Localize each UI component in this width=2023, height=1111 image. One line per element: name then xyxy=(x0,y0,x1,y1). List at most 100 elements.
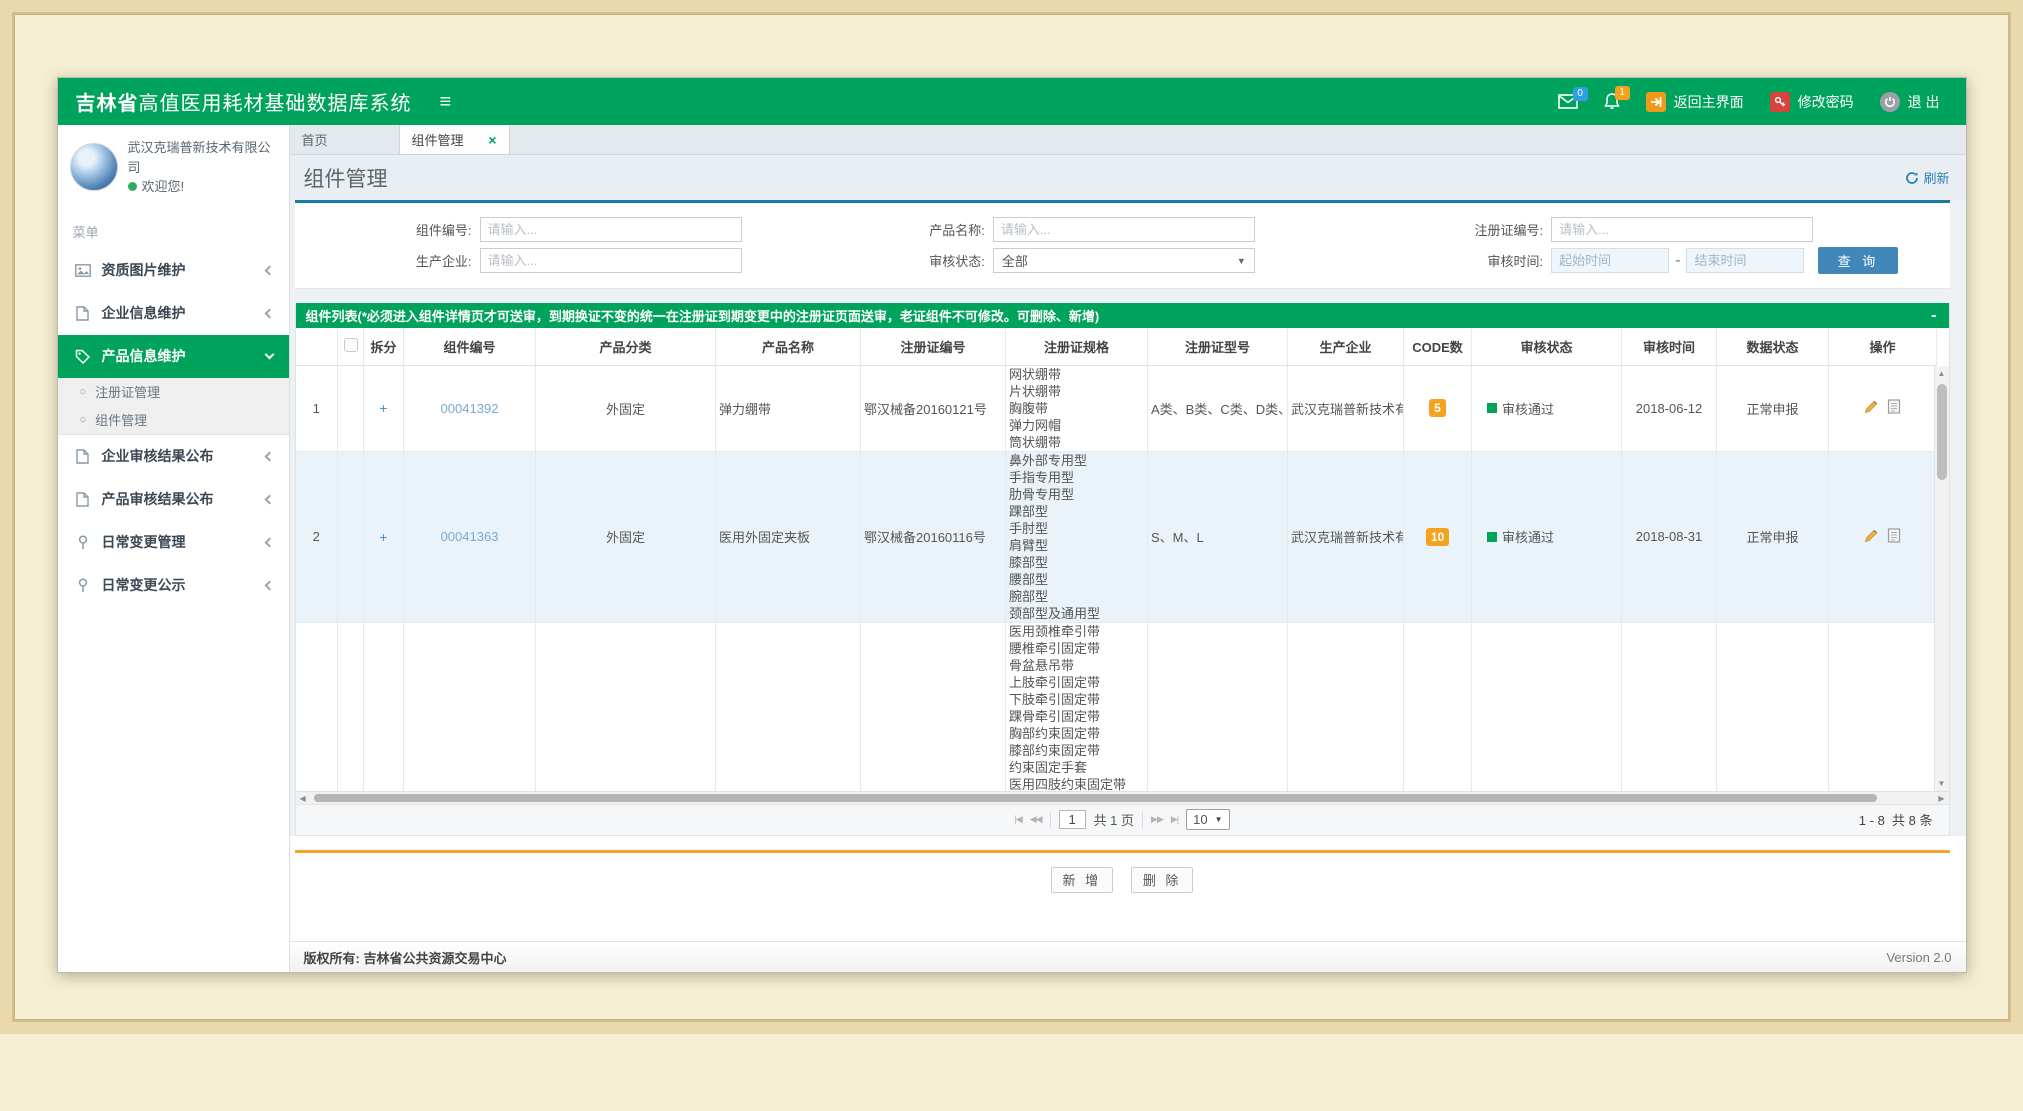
audit-status-cell: 审核通过 xyxy=(1472,366,1622,452)
sidebar-item-1[interactable]: 企业信息维护 xyxy=(58,292,289,335)
spec-line: 筒状绷带 xyxy=(1009,434,1144,451)
component-code-cell: 00041363 xyxy=(404,451,536,622)
menu-label: 菜单 xyxy=(58,212,289,249)
component-list-panel: 组件列表(*必须进入组件详情页才可送审，到期换证不变的统一在注册证到期变更中的注… xyxy=(295,303,1950,836)
spec-line: 膝部型 xyxy=(1009,554,1144,571)
bottom-section: 新 增 删 除 版权所有: 吉林省公共资源交易中心 Version 2.0 xyxy=(290,836,1966,973)
spec-line: 踝骨牵引固定带 xyxy=(1009,708,1144,725)
product-name-cell: 医用外固定夹板 xyxy=(716,451,861,622)
vertical-scrollbar[interactable]: ▲ ▼ xyxy=(1934,366,1949,791)
chevron-left-icon xyxy=(264,451,274,461)
page-number-input[interactable] xyxy=(1059,810,1086,829)
data-status-cell: 正常申报 xyxy=(1717,366,1829,452)
next-page-icon[interactable]: ▶▶ xyxy=(1151,814,1163,825)
scroll-up-icon[interactable]: ▲ xyxy=(1935,369,1949,378)
file-icon xyxy=(74,449,92,464)
cert-no-cell: 鄂汉械备20160121号 xyxy=(861,366,1006,452)
sidebar-item-label: 日常变更公示 xyxy=(102,575,186,595)
audit-date-cell: 2018-06-12 xyxy=(1622,366,1717,452)
spec-cell: 鼻外部专用型手指专用型肋骨专用型踝部型手肘型肩臂型膝部型腰部型腕部型颈部型及通用… xyxy=(1006,451,1148,622)
component-code-link[interactable]: 00041363 xyxy=(441,529,499,544)
chevron-left-icon xyxy=(264,265,274,275)
spec-line: 腰椎牵引固定带 xyxy=(1009,640,1144,657)
audit-status-text: 审核通过 xyxy=(1502,527,1554,546)
horizontal-scroll-thumb[interactable] xyxy=(314,794,1877,802)
data-status-cell xyxy=(1717,622,1829,791)
document-icon[interactable] xyxy=(1887,399,1901,414)
scroll-down-icon[interactable]: ▼ xyxy=(1935,779,1949,788)
sidebar-item-label: 产品信息维护 xyxy=(102,346,186,366)
row-index-cell: 2 xyxy=(296,451,338,622)
edit-pencil-icon[interactable] xyxy=(1864,528,1879,543)
submenu-item[interactable]: ○注册证管理 xyxy=(58,378,289,406)
prev-page-icon[interactable]: ◀◀ xyxy=(1030,814,1042,825)
cert-no-cell: 鄂汉械备20160116号 xyxy=(861,451,1006,622)
sidebar-item-label: 产品审核结果公布 xyxy=(102,489,214,509)
models-cell: S、M、L xyxy=(1148,451,1288,622)
row-checkbox-cell xyxy=(338,451,364,622)
table-row: 2+00041363外固定医用外固定夹板鄂汉械备20160116号鼻外部专用型手… xyxy=(296,451,1934,622)
pager-separator xyxy=(1142,812,1143,828)
component-code-link[interactable]: 00041392 xyxy=(441,401,499,416)
company-name: 武汉克瑞普新技术有限公司 xyxy=(128,138,279,177)
spec-line: 上肢牵引固定带 xyxy=(1009,674,1144,691)
last-page-icon[interactable]: ▶| xyxy=(1171,814,1178,825)
data-status-cell: 正常申报 xyxy=(1717,451,1829,622)
submenu-item[interactable]: ○ 组件管理 xyxy=(58,406,289,434)
table-body-viewport: 1+00041392外固定弹力绷带鄂汉械备20160121号网状绷带片状绷带胸腹… xyxy=(296,366,1934,791)
producer-cell: 武汉克瑞普新技术有 xyxy=(1288,366,1404,452)
component-code-cell xyxy=(404,622,536,791)
horizontal-scrollbar[interactable]: ◀ ▶ xyxy=(296,791,1949,804)
scroll-left-icon[interactable]: ◀ xyxy=(300,792,306,804)
pin-icon xyxy=(74,535,92,550)
document-icon[interactable] xyxy=(1887,528,1901,543)
product-name-cell xyxy=(716,622,861,791)
sidebar-item-5[interactable]: 日常变更管理 xyxy=(58,521,289,564)
spec-line: 医用颈椎牵引带 xyxy=(1009,623,1144,640)
app-title-bold: 吉林省 xyxy=(76,93,139,115)
operations-cell xyxy=(1829,366,1934,452)
main-content: 首页组件管理× 组件管理 刷新 组件编号: 产品名称: xyxy=(290,125,1966,972)
spec-line: 弹力网帽 xyxy=(1009,417,1144,434)
user-profile: 武汉克瑞普新技术有限公司 欢迎您! xyxy=(58,125,289,212)
chevron-left-icon xyxy=(264,580,274,590)
sidebar-item-3[interactable]: 企业审核结果公布 xyxy=(58,435,289,478)
split-cell: + xyxy=(364,366,404,452)
category-cell xyxy=(536,622,716,791)
audit-date-cell xyxy=(1622,622,1717,791)
first-page-icon[interactable]: |◀ xyxy=(1014,814,1021,825)
pager-separator xyxy=(1050,812,1051,828)
spec-line: 手指专用型 xyxy=(1009,469,1144,486)
app-window: 吉林省高值医用耗材基础数据库系统 ≡ 0 1 返回主界面 修改密码 xyxy=(57,77,1967,973)
split-cell xyxy=(364,622,404,791)
operations-cell xyxy=(1829,451,1934,622)
scroll-right-icon[interactable]: ▶ xyxy=(1938,792,1944,804)
add-button[interactable]: 新 增 xyxy=(1051,867,1113,893)
spec-line: 颈部型及通用型 xyxy=(1009,605,1144,622)
sidebar: 武汉克瑞普新技术有限公司 欢迎您! 菜单 资质图片维护企业信息维护产品信息维护 ○… xyxy=(58,125,290,972)
spec-line: 网状绷带 xyxy=(1009,366,1144,383)
sidebar-item-6[interactable]: 日常变更公示 xyxy=(58,564,289,607)
status-square-icon xyxy=(1487,403,1497,413)
page-size-value: 10 xyxy=(1193,812,1207,827)
circle-icon: ○ xyxy=(80,414,87,426)
submenu-item-label: 组件管理 xyxy=(95,410,147,429)
row-index-cell: 1 xyxy=(296,366,338,452)
table-row: 1+00041392外固定弹力绷带鄂汉械备20160121号网状绷带片状绷带胸腹… xyxy=(296,366,1934,452)
vertical-scroll-thumb[interactable] xyxy=(1937,384,1947,480)
sidebar-item-0[interactable]: 资质图片维护 xyxy=(58,249,289,292)
sidebar-item-label: 日常变更管理 xyxy=(102,532,186,552)
expand-row-button[interactable]: + xyxy=(379,400,387,416)
delete-button[interactable]: 删 除 xyxy=(1131,867,1193,893)
spec-line: 鼻外部专用型 xyxy=(1009,452,1144,469)
sidebar-item-4[interactable]: 产品审核结果公布 xyxy=(58,478,289,521)
code-count-cell xyxy=(1404,622,1472,791)
edit-pencil-icon[interactable] xyxy=(1864,399,1879,414)
sidebar-item-2[interactable]: 产品信息维护 xyxy=(58,335,289,378)
spec-line: 踝部型 xyxy=(1009,503,1144,520)
total-pages-label: 共 1 页 xyxy=(1094,810,1134,829)
sidebar-item-label: 资质图片维护 xyxy=(102,260,186,280)
expand-row-button[interactable]: + xyxy=(379,529,387,545)
page-size-select[interactable]: 10 ▼ xyxy=(1186,809,1229,830)
spec-line: 手肘型 xyxy=(1009,520,1144,537)
